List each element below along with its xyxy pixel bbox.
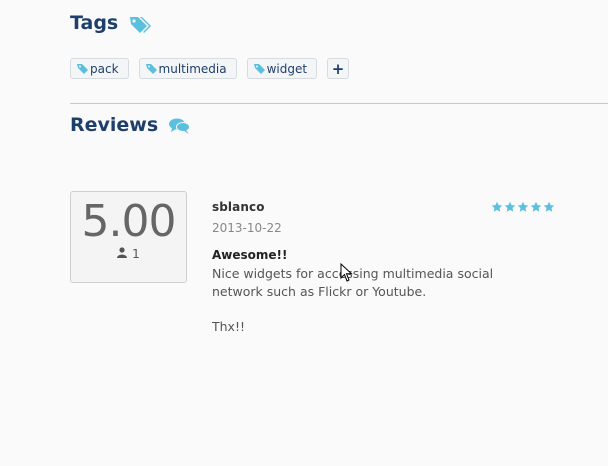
review-signoff: Thx!!	[212, 319, 245, 334]
reviews-title: Reviews	[70, 114, 159, 136]
tag-icon	[145, 63, 158, 75]
reviews-heading: Reviews	[70, 114, 192, 136]
review-count: 1	[71, 247, 186, 261]
average-score-box: 5.00 1	[70, 191, 187, 283]
star-icon	[504, 201, 516, 212]
star-icon	[530, 201, 542, 212]
review-item: sblanco 2013-10-22 Awesome!! Nice widget…	[212, 200, 557, 334]
review-date: 2013-10-22	[212, 221, 282, 235]
tag-list: pack multimedia widget +	[70, 58, 350, 79]
star-icon	[491, 201, 503, 212]
add-tag-button[interactable]: +	[327, 58, 350, 79]
review-count-value: 1	[132, 247, 140, 261]
review-title: Awesome!!	[212, 248, 288, 262]
star-rating	[491, 201, 555, 213]
tag-widget[interactable]: widget	[246, 58, 318, 79]
star-icon	[517, 201, 529, 212]
user-icon	[117, 247, 128, 261]
star-icon	[543, 201, 555, 212]
page: Tags pack multimedia widget + Reviews 5.…	[0, 0, 608, 466]
mouse-cursor-icon	[340, 262, 353, 287]
plus-icon: +	[331, 59, 345, 78]
section-divider	[70, 103, 608, 104]
tags-icon	[128, 13, 154, 33]
tag-label: multimedia	[158, 61, 227, 76]
tags-title: Tags	[70, 12, 119, 34]
comments-icon	[168, 115, 192, 135]
tag-label: pack	[90, 61, 119, 76]
tag-icon	[253, 63, 266, 75]
tag-pack[interactable]: pack	[70, 58, 129, 79]
tag-multimedia[interactable]: multimedia	[138, 58, 237, 79]
tags-heading: Tags	[70, 12, 154, 34]
tag-label: widget	[266, 61, 308, 76]
average-score: 5.00	[81, 196, 177, 247]
review-body: Nice widgets for accessing multimedia so…	[212, 266, 494, 299]
tag-icon	[77, 63, 89, 75]
